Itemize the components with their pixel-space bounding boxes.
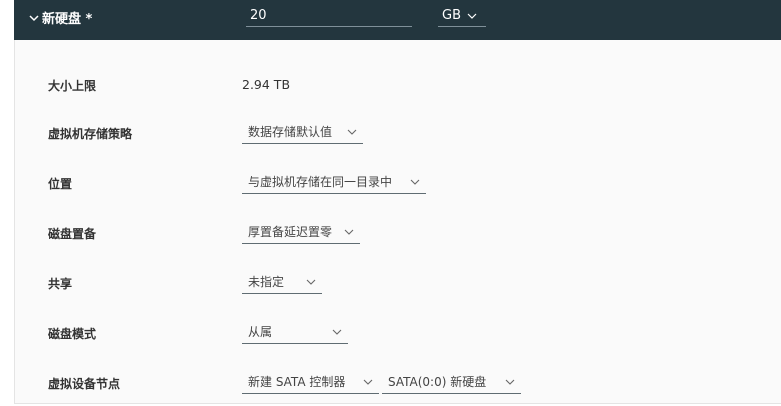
chevron-down-icon (332, 329, 342, 335)
disk-header-toggle[interactable]: 新硬盘 * (28, 8, 92, 27)
row-vm-storage-policy: 虚拟机存储策略 数据存储默认值 (15, 120, 781, 146)
disk-header-title: 新硬盘 * (42, 12, 93, 27)
sharing-select[interactable]: 未指定 (242, 270, 322, 294)
chevron-down-icon (29, 14, 39, 21)
disk-mode-label: 磁盘模式 (48, 327, 97, 341)
disk-mode-value: 从属 (248, 325, 273, 339)
disk-mode-select[interactable]: 从属 (242, 320, 348, 344)
row-disk-provisioning: 磁盘置备 厚置备延迟置零 (15, 220, 781, 246)
controller-select[interactable]: 新建 SATA 控制器 (242, 370, 379, 394)
chevron-down-icon (306, 279, 316, 285)
chevron-down-icon (363, 379, 373, 385)
disk-provisioning-label: 磁盘置备 (48, 227, 97, 241)
chevron-down-icon (344, 229, 354, 235)
controller-value: 新建 SATA 控制器 (248, 375, 346, 389)
disk-settings-panel: 大小上限 2.94 TB 虚拟机存储策略 数据存储默认值 位置 与虚拟机存储在同… (14, 40, 781, 404)
chevron-down-icon (410, 179, 420, 185)
location-select[interactable]: 与虚拟机存储在同一目录中 (242, 170, 426, 194)
chevron-down-icon (347, 129, 357, 135)
device-node-select[interactable]: SATA(0:0) 新硬盘 (382, 370, 521, 394)
row-virtual-device-node: 虚拟设备节点 新建 SATA 控制器 SATA(0:0) 新硬盘 (15, 370, 781, 396)
device-node-value: SATA(0:0) 新硬盘 (388, 375, 487, 389)
disk-unit-value: GB (442, 7, 461, 23)
vm-storage-policy-value: 数据存储默认值 (248, 125, 333, 139)
virtual-device-node-label: 虚拟设备节点 (48, 377, 121, 391)
disk-provisioning-select[interactable]: 厚置备延迟置零 (242, 220, 360, 244)
disk-header: 新硬盘 * 20 GB (14, 0, 781, 40)
chevron-down-icon (505, 379, 515, 385)
row-max-size: 大小上限 2.94 TB (15, 72, 781, 98)
vm-storage-policy-select[interactable]: 数据存储默认值 (242, 120, 363, 144)
sharing-value: 未指定 (248, 275, 285, 289)
chevron-down-icon (467, 13, 477, 19)
disk-unit-select[interactable]: GB (438, 5, 486, 27)
row-sharing: 共享 未指定 (15, 270, 781, 296)
row-disk-mode: 磁盘模式 从属 (15, 320, 781, 346)
disk-size-value: 20 (250, 8, 267, 23)
row-location: 位置 与虚拟机存储在同一目录中 (15, 170, 781, 196)
disk-size-input[interactable]: 20 (246, 5, 412, 27)
max-size-label: 大小上限 (48, 79, 97, 93)
sharing-label: 共享 (48, 277, 73, 291)
max-size-value: 2.94 TB (242, 77, 291, 92)
vm-storage-policy-label: 虚拟机存储策略 (48, 127, 133, 141)
location-label: 位置 (48, 177, 73, 191)
disk-provisioning-value: 厚置备延迟置零 (248, 225, 333, 239)
location-value: 与虚拟机存储在同一目录中 (248, 175, 393, 189)
